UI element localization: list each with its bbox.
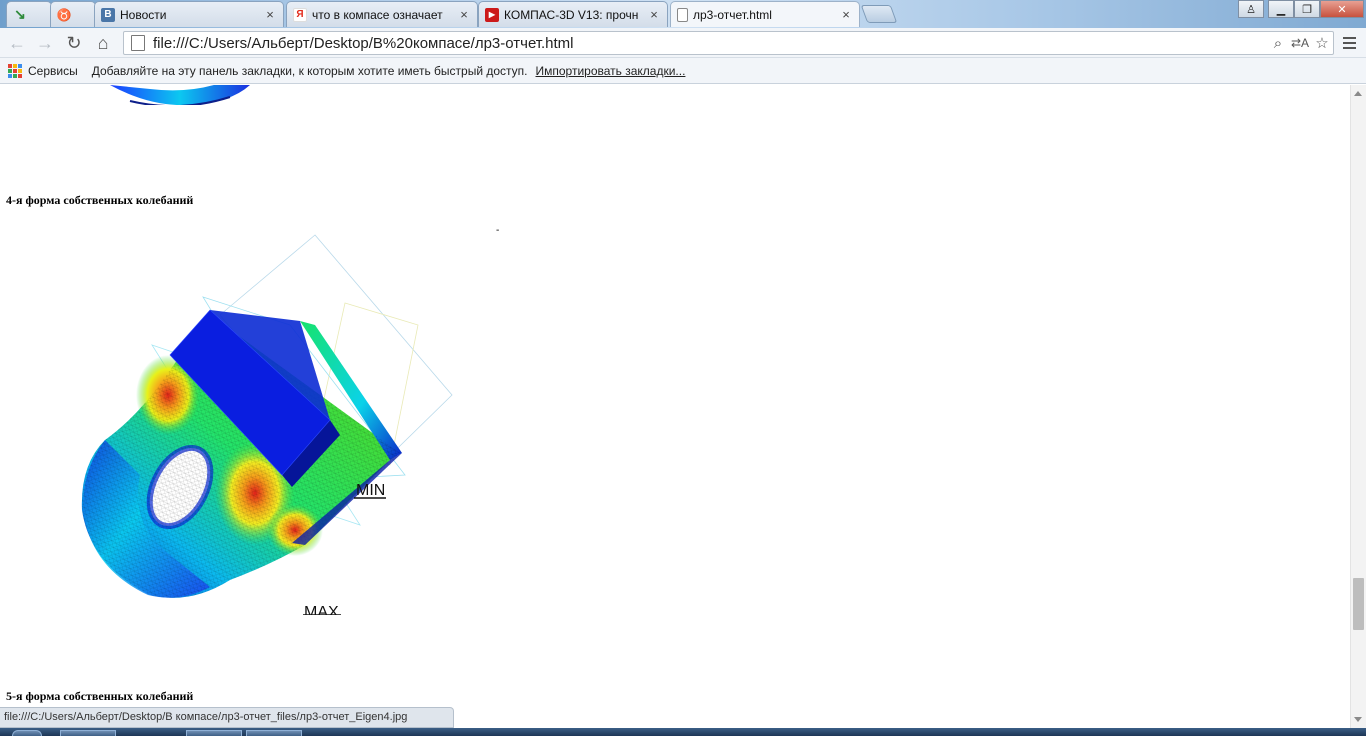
address-bar[interactable]: file:///C:/Users/Альберт/Desktop/В%20ком…	[123, 31, 1334, 55]
star-icon[interactable]: ☆	[1311, 34, 1333, 52]
search-icon[interactable]: ⌕	[1267, 35, 1289, 52]
bookmarks-hint: Добавляйте на эту панель закладки, к кот…	[91, 63, 528, 78]
user-icon: ♙	[1246, 3, 1256, 16]
tab-youtube[interactable]: ▶ КОМПАС-3D V13: прочн ×	[478, 1, 668, 27]
tab-yandex-search[interactable]: Я что в компасе означает ×	[286, 1, 478, 27]
home-icon: ⌂	[97, 32, 109, 53]
close-window-button[interactable]: ✕	[1320, 0, 1364, 18]
new-tab-button[interactable]	[860, 5, 898, 23]
taskbar-item[interactable]	[60, 730, 116, 736]
home-button[interactable]: ⌂	[92, 32, 114, 54]
section-5-title: 5-я форма собственных колебаний	[6, 689, 194, 703]
browser-toolbar: ← → ↻ ⌂ file:///C:/Users/Альберт/Desktop…	[0, 28, 1366, 58]
yandex-icon: Я	[293, 7, 307, 22]
reload-icon: ↻	[66, 32, 82, 53]
arrow-right-icon: →	[36, 32, 54, 53]
reload-button[interactable]: ↻	[63, 32, 85, 54]
scroll-up-icon[interactable]	[1354, 91, 1362, 96]
scroll-down-icon[interactable]	[1354, 717, 1362, 722]
apps-link[interactable]: Сервисы	[28, 64, 78, 78]
tab-vk-news[interactable]: В Новости ×	[94, 1, 284, 27]
max-label: MAX	[304, 604, 339, 615]
close-icon[interactable]: ×	[647, 7, 661, 22]
page-icon	[131, 35, 145, 51]
status-bubble: file:///C:/Users/Альберт/Desktop/В компа…	[0, 707, 454, 728]
scroll-thumb[interactable]	[1353, 578, 1364, 630]
section-4-title: 4-я форма собственных колебаний	[6, 193, 194, 207]
tab-label: что в компасе означает	[312, 7, 443, 22]
os-taskbar	[0, 728, 1366, 736]
apps-grid-icon[interactable]	[8, 63, 22, 78]
close-icon[interactable]: ×	[457, 7, 471, 22]
eigen4-figure[interactable]: MIN MAX	[60, 225, 480, 615]
back-button[interactable]: ←	[6, 32, 28, 54]
vk-icon: В	[101, 7, 115, 22]
download-arrow-icon: ↘	[14, 6, 26, 22]
tab-downloads[interactable]: ↘	[6, 1, 52, 27]
start-button[interactable]	[12, 730, 42, 736]
bookmarks-bar: Сервисы Добавляйте на эту панель закладк…	[0, 58, 1366, 84]
dash-text: -	[496, 225, 500, 236]
restore-button[interactable]: ❐	[1294, 0, 1320, 18]
tab-label: лр3-отчет.html	[693, 7, 772, 22]
import-bookmarks-link[interactable]: Импортировать закладки...	[536, 64, 686, 78]
restore-icon: ❐	[1302, 3, 1312, 16]
tab-label: Новости	[120, 7, 167, 22]
antivirus-icon: ♉	[56, 7, 72, 22]
youtube-icon: ▶	[485, 7, 499, 22]
tab-report[interactable]: лр3-отчет.html ×	[670, 1, 860, 27]
menu-button[interactable]	[1338, 32, 1360, 54]
close-icon: ✕	[1337, 3, 1347, 16]
forward-button[interactable]: →	[34, 32, 56, 54]
tab-antivirus[interactable]: ♉	[50, 1, 96, 27]
arrow-left-icon: ←	[8, 32, 26, 53]
minimize-icon: ▁	[1276, 3, 1286, 16]
url-text[interactable]: file:///C:/Users/Альберт/Desktop/В%20ком…	[153, 35, 1267, 52]
minimize-button[interactable]: ▁	[1268, 0, 1294, 18]
taskbar-item[interactable]	[246, 730, 302, 736]
min-label: MIN	[356, 482, 385, 499]
vertical-scrollbar[interactable]	[1350, 85, 1366, 728]
title-bar: ↘ ♉ В Новости × Я что в компасе означает…	[0, 0, 1366, 28]
page-viewport: 4-я форма собственных колебаний - MIN MA…	[0, 85, 1350, 728]
close-icon[interactable]: ×	[839, 7, 853, 22]
close-icon[interactable]: ×	[263, 7, 277, 22]
translate-icon[interactable]: ⇄A	[1289, 36, 1311, 50]
profile-button[interactable]: ♙	[1238, 0, 1264, 18]
tab-label: КОМПАС-3D V13: прочн	[504, 7, 639, 22]
page-icon	[677, 7, 688, 22]
previous-figure-fragment	[110, 85, 250, 105]
taskbar-item[interactable]	[186, 730, 242, 736]
